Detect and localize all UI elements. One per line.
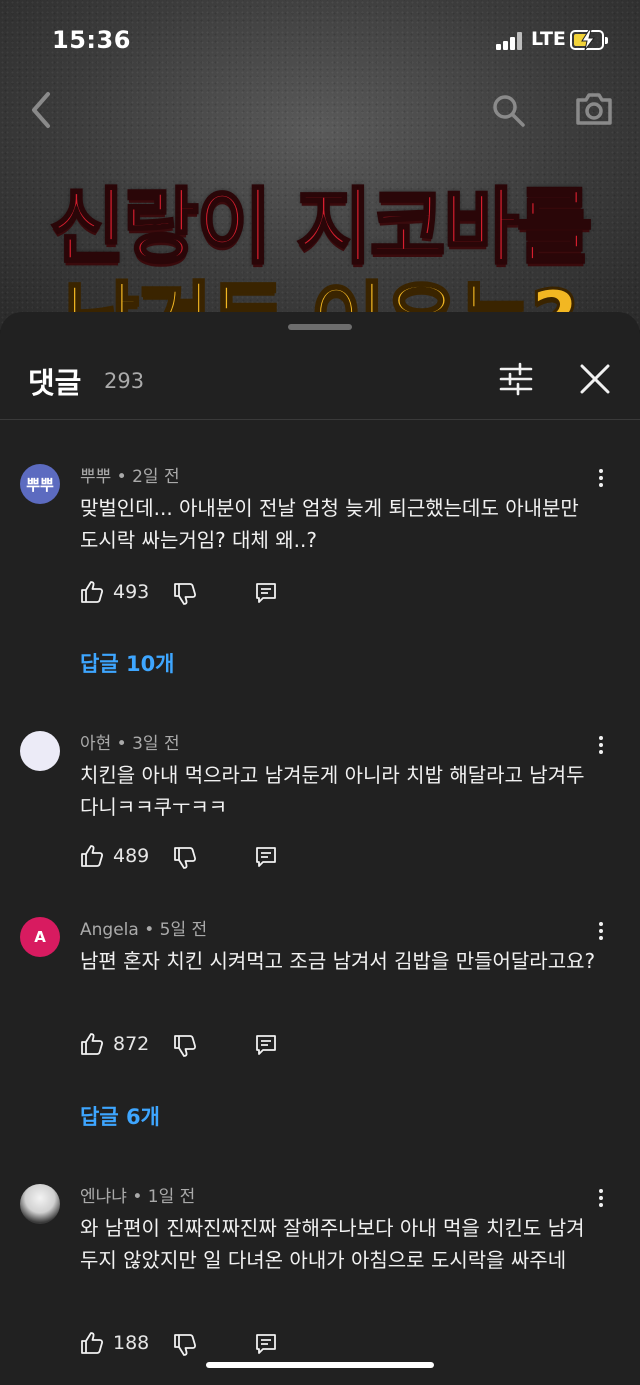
camera-icon bbox=[576, 93, 612, 125]
network-type: LTE bbox=[531, 28, 566, 50]
like-count: 872 bbox=[113, 1033, 150, 1055]
thumbs-up-icon[interactable] bbox=[80, 1331, 104, 1355]
comment-actions: 489 bbox=[80, 844, 300, 872]
thumbs-up-icon[interactable] bbox=[80, 844, 104, 868]
comment-text: 와 남편이 진짜진짜진짜 잘해주나보다 아내 먹을 치킨도 남겨두지 않았지만 … bbox=[80, 1216, 585, 1272]
more-vert-icon bbox=[599, 736, 603, 740]
status-time: 15:36 bbox=[52, 26, 131, 54]
video-top-controls bbox=[0, 80, 640, 140]
comments-title: 댓글 bbox=[28, 366, 82, 400]
sort-filter-button[interactable] bbox=[498, 362, 534, 396]
comment-text: 맞벌인데... 아내분이 전날 엄청 늦게 퇴근했는데도 아내분만 도시락 싸는… bbox=[80, 496, 579, 552]
view-replies-link[interactable]: 답글 10개 bbox=[80, 648, 175, 678]
comment-text: 치킨을 아내 먹으라고 남겨둔게 아니라 치밥 해달라고 남겨두다니ㅋㅋ쿠ㅜㅋㅋ bbox=[80, 763, 585, 819]
view-replies-link[interactable]: 답글 6개 bbox=[80, 1101, 160, 1131]
comment-more-button[interactable] bbox=[590, 919, 612, 945]
avatar[interactable] bbox=[20, 1184, 60, 1224]
more-vert-icon bbox=[599, 469, 603, 473]
search-button[interactable] bbox=[490, 92, 526, 128]
thumbs-down-icon[interactable] bbox=[173, 582, 197, 606]
home-indicator[interactable] bbox=[206, 1362, 434, 1368]
avatar[interactable] bbox=[20, 731, 60, 771]
avatar[interactable]: A bbox=[20, 917, 60, 957]
avatar[interactable]: 뿌뿌 bbox=[20, 464, 60, 504]
comment-more-button[interactable] bbox=[590, 1186, 612, 1212]
comment-meta: Angela • 5일 전 bbox=[80, 920, 208, 940]
comment-more-button[interactable] bbox=[590, 466, 612, 492]
close-button[interactable] bbox=[578, 362, 612, 396]
more-vert-icon bbox=[599, 922, 603, 926]
thumbs-down-icon[interactable] bbox=[173, 846, 197, 870]
thumbs-down-icon[interactable] bbox=[173, 1333, 197, 1357]
comment-meta: 아현 • 3일 전 bbox=[80, 734, 180, 754]
more-vert-icon bbox=[599, 1189, 603, 1193]
thumbs-down-icon[interactable] bbox=[173, 1034, 197, 1058]
search-icon bbox=[493, 95, 525, 127]
thumbs-up-icon[interactable] bbox=[80, 580, 104, 604]
back-button[interactable] bbox=[24, 90, 58, 130]
like-count: 493 bbox=[113, 581, 150, 603]
comment-more-button[interactable] bbox=[590, 733, 612, 759]
filter-icon bbox=[499, 362, 533, 396]
comment-meta: 엔냐냐 • 1일 전 bbox=[80, 1187, 196, 1207]
battery-charging-icon bbox=[570, 30, 608, 50]
reply-icon[interactable] bbox=[254, 1033, 278, 1057]
drag-handle[interactable] bbox=[288, 324, 352, 330]
chevron-left-icon bbox=[32, 92, 50, 128]
comment-meta: 뿌뿌 • 2일 전 bbox=[80, 467, 180, 487]
reply-icon[interactable] bbox=[254, 845, 278, 869]
like-count: 188 bbox=[113, 1332, 150, 1354]
camera-button[interactable] bbox=[574, 90, 614, 128]
signal-icon bbox=[496, 32, 524, 50]
comment-actions: 188 bbox=[80, 1331, 300, 1359]
comments-header: 댓글 293 bbox=[0, 344, 640, 420]
status-bar: 15:36 LTE bbox=[0, 0, 640, 80]
close-icon bbox=[580, 364, 610, 394]
thumbs-up-icon[interactable] bbox=[80, 1032, 104, 1056]
comment-actions: 493 bbox=[80, 580, 300, 608]
comment-text: 남편 혼자 치킨 시켜먹고 조금 남겨서 김밥을 만들어달라고요? bbox=[80, 949, 596, 973]
comment-actions: 872 bbox=[80, 1032, 300, 1060]
reply-icon[interactable] bbox=[254, 581, 278, 605]
reply-icon[interactable] bbox=[254, 1332, 278, 1356]
comments-sheet: 댓글 293 뿌뿌 뿌뿌 • 2일 전 맞벌인데... 아내분이 전날 엄청 늦… bbox=[0, 312, 640, 1385]
comments-count: 293 bbox=[104, 369, 145, 393]
like-count: 489 bbox=[113, 845, 150, 867]
